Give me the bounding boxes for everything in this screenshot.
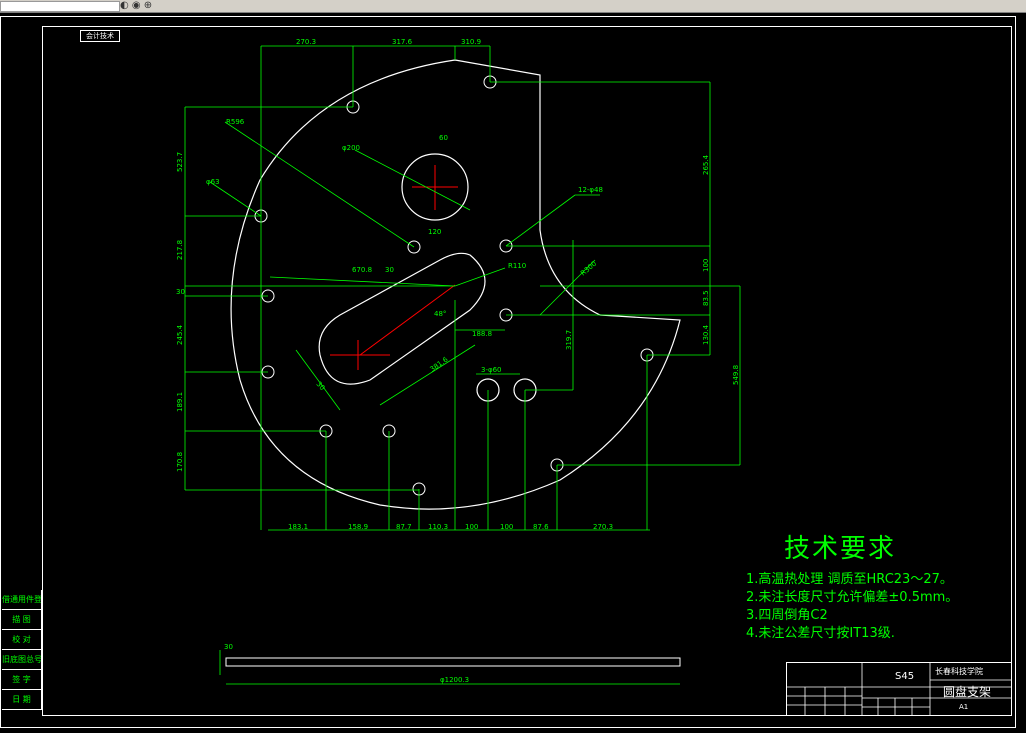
dim-label: 120 xyxy=(428,228,441,236)
dim-label: 48° xyxy=(434,310,446,318)
dim-label: 245.4 xyxy=(176,324,184,345)
part-outline xyxy=(230,59,681,510)
dim-label: 670.8 xyxy=(352,266,372,274)
center-lines xyxy=(330,165,458,370)
dimension-lines xyxy=(184,45,741,531)
part-name-label: 圆盘支架 xyxy=(943,685,992,699)
dim-label: 265.4 xyxy=(702,154,710,175)
note-line: 3.四周倒角C2 xyxy=(746,608,828,623)
side-view: 30 φ1200.3 xyxy=(219,643,681,685)
technical-requirements: 技术要求 1.高温热处理 调质至HRC23～27。 2.未注长度尺寸允许偏差±0… xyxy=(746,528,958,643)
dim-label: 87.7 xyxy=(396,523,412,531)
dim-label: 317.6 xyxy=(392,38,413,46)
dim-label: 30 xyxy=(314,380,326,392)
dim-label: 319.7 xyxy=(565,330,573,350)
dim-label: 188.8 xyxy=(472,330,492,338)
dim-label: R596 xyxy=(226,118,245,126)
dim-label: 110.3 xyxy=(428,523,448,531)
dim-label: 12-φ48 xyxy=(578,186,603,194)
side-view-length: φ1200.3 xyxy=(440,676,469,684)
dim-label: 100 xyxy=(465,523,478,531)
note-line: 1.高温热处理 调质至HRC23～27。 xyxy=(746,572,953,587)
dim-label: φ63 xyxy=(206,178,220,186)
dim-label: 158.9 xyxy=(348,523,368,531)
dim-label: 170.8 xyxy=(176,452,184,472)
dim-label: 100 xyxy=(500,523,513,531)
dim-label: φ200 xyxy=(342,144,360,152)
dim-label: 83.5 xyxy=(702,290,710,306)
dim-label: 381.6 xyxy=(429,355,450,373)
material-label: S45 xyxy=(895,671,915,682)
sheet-label: A1 xyxy=(959,703,969,711)
dim-label: R300 xyxy=(579,260,598,278)
dim-label: 217.8 xyxy=(176,240,184,260)
side-view-thickness: 30 xyxy=(224,643,233,651)
dim-label: 270.3 xyxy=(593,523,613,531)
dim-label: 549.8 xyxy=(732,365,740,385)
dim-label: 183.1 xyxy=(288,523,308,531)
dim-label: R110 xyxy=(508,262,526,270)
dim-label: 60 xyxy=(439,134,448,142)
title-block: S45 长春科技学院 圆盘支架 A1 xyxy=(786,662,1012,716)
dim-label: 30 xyxy=(176,288,185,296)
dim-label: 270.3 xyxy=(296,38,316,46)
dim-label: 310.9 xyxy=(461,38,481,46)
dim-label: 523.7 xyxy=(176,152,184,172)
notes-title: 技术要求 xyxy=(784,534,897,564)
note-line: 4.未注公差尺寸按IT13级. xyxy=(746,626,895,641)
dim-label: 130.4 xyxy=(702,324,710,345)
dim-label: 3-φ60 xyxy=(481,366,502,374)
dim-label: 189.1 xyxy=(176,392,184,412)
dim-label: 30 xyxy=(385,266,394,274)
school-label: 长春科技学院 xyxy=(935,667,983,676)
dim-label: 87.6 xyxy=(533,523,549,531)
note-line: 2.未注长度尺寸允许偏差±0.5mm。 xyxy=(746,590,959,605)
dim-label: 100 xyxy=(702,259,710,272)
